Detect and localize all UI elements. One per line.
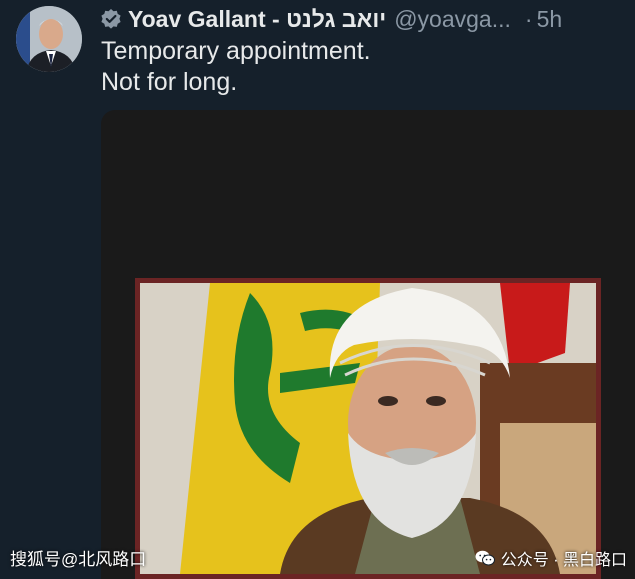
tweet-text: Temporary appointment. Not for long. (101, 36, 371, 98)
author-name[interactable]: Yoav Gallant - יואב גלנט (128, 6, 386, 33)
sohu-watermark: 搜狐号@北风路口 (10, 550, 147, 569)
verified-badge-icon (101, 9, 121, 29)
author-handle[interactable]: @yoavga... (394, 6, 511, 33)
avatar-image (16, 6, 82, 72)
tweet-text-line: Not for long. (101, 68, 238, 96)
tweet-media[interactable] (101, 110, 635, 579)
tweet-timestamp[interactable]: 5h (537, 6, 563, 33)
separator-dot: · (524, 5, 533, 32)
wechat-watermark: 公众号 · 黑白路口 (475, 546, 627, 570)
media-photo (135, 278, 601, 579)
wechat-icon (475, 550, 495, 566)
author-avatar[interactable] (16, 6, 82, 72)
wechat-watermark-text: 公众号 · 黑白路口 (500, 552, 627, 569)
tweet-text-line: Temporary appointment. (101, 37, 371, 65)
photo-image (140, 283, 596, 574)
tweet-header: Yoav Gallant - יואב גלנט @yoavga... · 5h (100, 4, 627, 34)
